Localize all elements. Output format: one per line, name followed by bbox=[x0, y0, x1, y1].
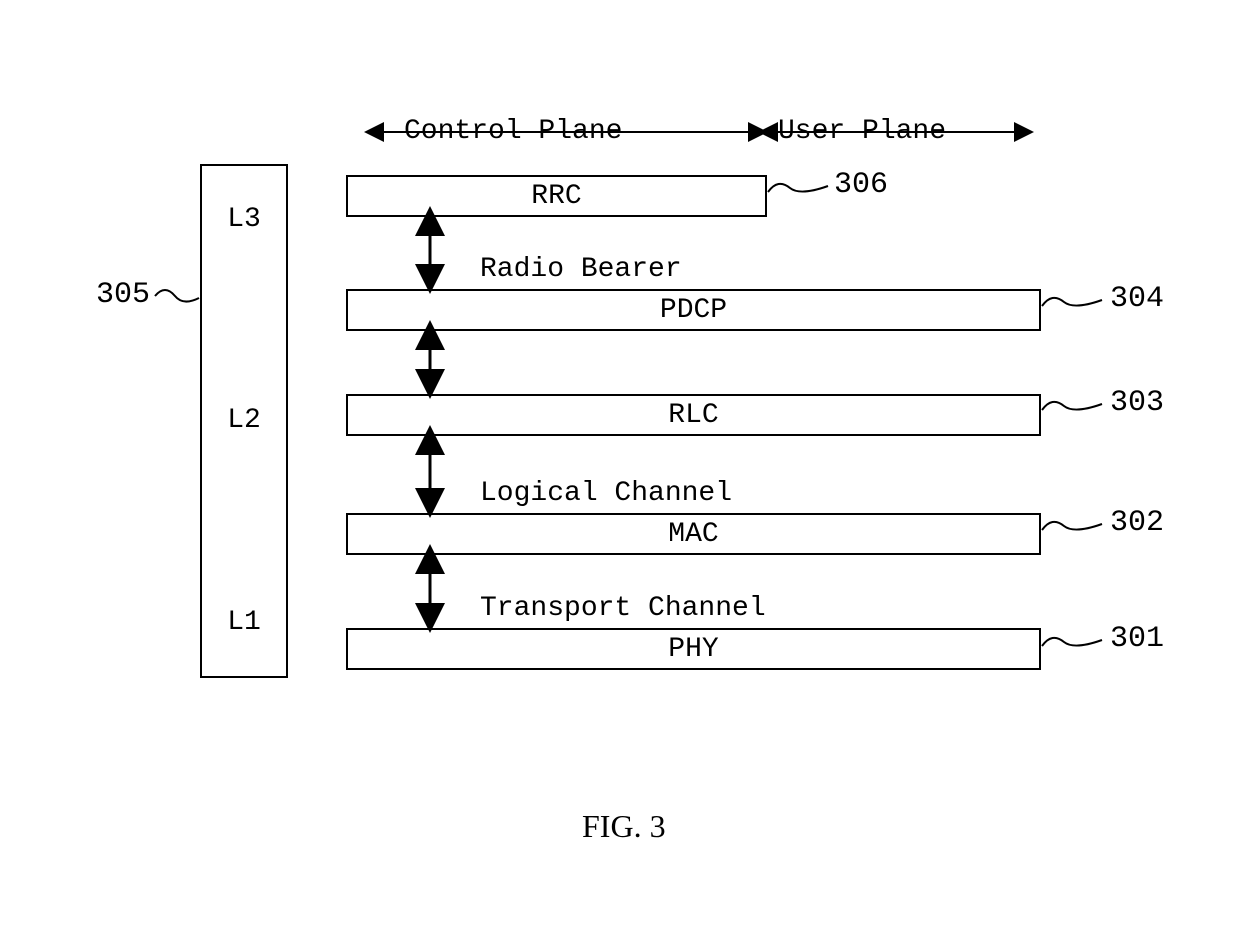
ref-302: 302 bbox=[1110, 506, 1164, 540]
layer-L3-label: L3 bbox=[227, 204, 261, 235]
diagram-stage: L3 L2 L1 RRC PDCP RLC MAC PHY Radio Bear… bbox=[0, 0, 1240, 933]
rrc-label: RRC bbox=[531, 181, 581, 212]
phy-label: PHY bbox=[668, 634, 718, 665]
phy-box: PHY bbox=[346, 628, 1041, 670]
control-plane-label: Control Plane bbox=[404, 116, 622, 147]
layer-L1-label: L1 bbox=[227, 607, 261, 638]
radio-bearer-label: Radio Bearer bbox=[480, 254, 682, 285]
rlc-box: RLC bbox=[346, 394, 1041, 436]
rlc-label: RLC bbox=[668, 400, 718, 431]
layer-L2-label: L2 bbox=[227, 405, 261, 436]
logical-channel-label: Logical Channel bbox=[480, 478, 732, 509]
transport-channel-label: Transport Channel bbox=[480, 593, 766, 624]
pdcp-box: PDCP bbox=[346, 289, 1041, 331]
rrc-box: RRC bbox=[346, 175, 767, 217]
ref-306: 306 bbox=[834, 168, 888, 202]
mac-box: MAC bbox=[346, 513, 1041, 555]
ref-304: 304 bbox=[1110, 282, 1164, 316]
user-plane-label: User Plane bbox=[778, 116, 946, 147]
layer-L3: L3 bbox=[200, 164, 288, 274]
ref-303: 303 bbox=[1110, 386, 1164, 420]
layer-L1: L1 bbox=[200, 568, 288, 678]
ref-305: 305 bbox=[96, 278, 150, 312]
mac-label: MAC bbox=[668, 519, 718, 550]
layer-L2: L2 bbox=[200, 272, 288, 570]
figure-caption: FIG. 3 bbox=[582, 808, 666, 845]
ref-301: 301 bbox=[1110, 622, 1164, 656]
pdcp-label: PDCP bbox=[660, 295, 727, 326]
